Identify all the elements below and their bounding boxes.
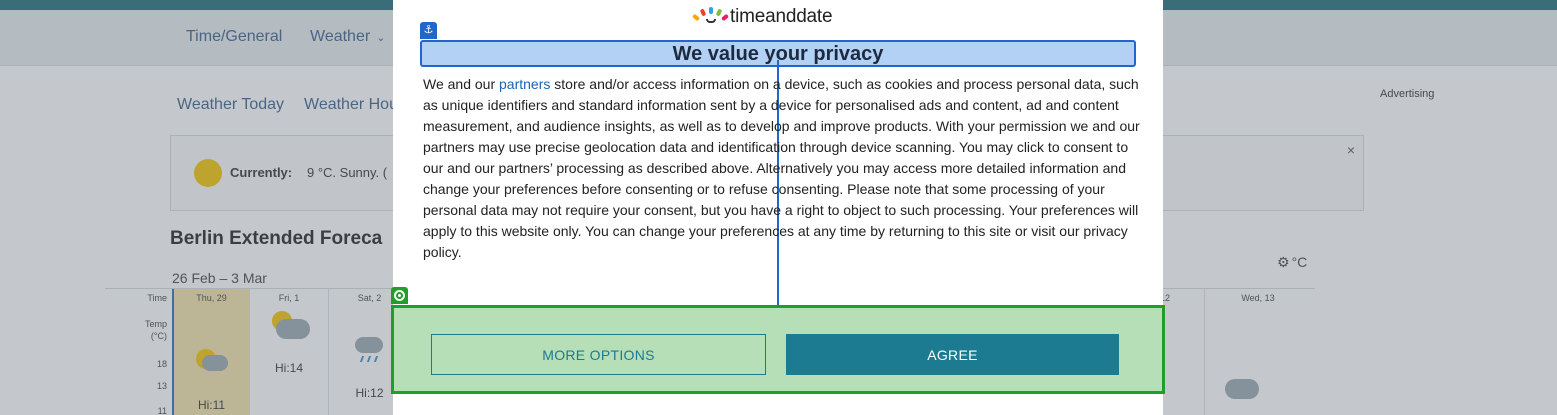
consent-body-prefix: We and our [423,76,500,92]
consent-body-rest: store and/or access information on a dev… [423,76,1140,260]
consent-body-text: We and our partners store and/or access … [423,74,1143,263]
logo-mark-icon [692,6,729,28]
logo-text: timeanddate [730,6,833,27]
consent-button-area: MORE OPTIONS AGREE [391,305,1165,394]
more-options-button[interactable]: MORE OPTIONS [431,334,766,375]
anchor-icon: ⚓ [420,22,437,39]
timeanddate-logo: timeanddate [692,6,833,28]
agree-button[interactable]: AGREE [786,334,1119,375]
target-icon [391,287,408,304]
partners-link[interactable]: partners [499,76,550,92]
